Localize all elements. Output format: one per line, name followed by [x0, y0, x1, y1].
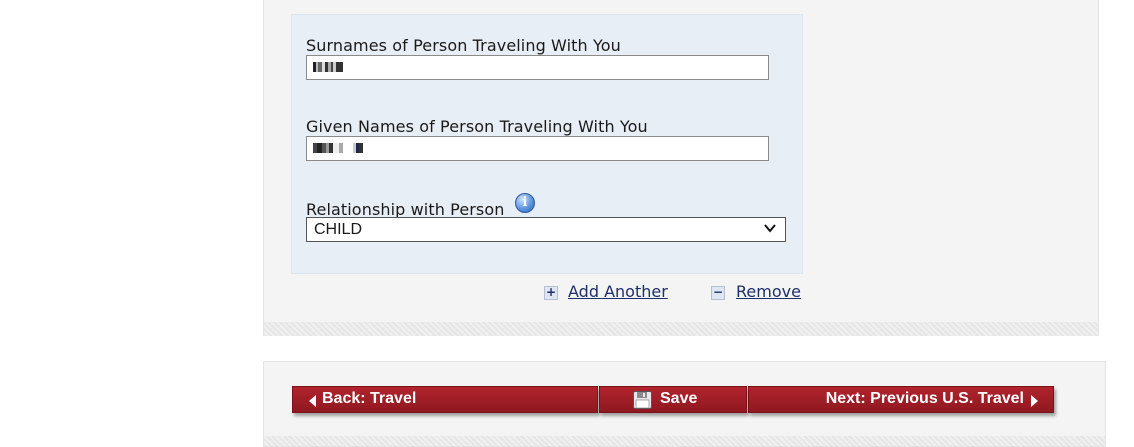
surnames-label: Surnames of Person Traveling With You — [306, 36, 621, 55]
save-button-label: Save — [660, 390, 698, 407]
next-button[interactable]: Next: Previous U.S. Travel — [748, 386, 1054, 413]
arrow-right-icon — [1031, 395, 1038, 407]
given-names-label: Given Names of Person Traveling With You — [306, 117, 648, 136]
back-button-label: Back: Travel — [322, 390, 417, 407]
plus-icon[interactable]: + — [544, 286, 558, 300]
arrow-left-icon — [309, 395, 316, 407]
remove-link[interactable]: Remove — [736, 282, 801, 301]
save-button[interactable]: Save — [599, 386, 747, 413]
panel-stripe-divider — [264, 322, 1098, 336]
floppy-disk-icon — [633, 391, 652, 409]
nav-panel-stripe — [264, 436, 1105, 446]
redacted-surname-value — [313, 62, 343, 72]
relationship-selected-value: CHILD — [314, 221, 363, 238]
add-another-link[interactable]: Add Another — [568, 282, 668, 301]
redacted-given-name-value — [313, 143, 363, 153]
relationship-select[interactable]: CHILD — [306, 217, 786, 242]
next-button-label: Next: Previous U.S. Travel — [825, 390, 1024, 407]
given-names-input[interactable] — [306, 136, 769, 161]
surnames-input[interactable] — [306, 55, 769, 80]
chevron-down-icon — [764, 224, 776, 233]
info-icon[interactable]: i — [515, 193, 535, 213]
back-button[interactable]: Back: Travel — [292, 386, 598, 413]
minus-icon[interactable]: − — [711, 286, 725, 300]
